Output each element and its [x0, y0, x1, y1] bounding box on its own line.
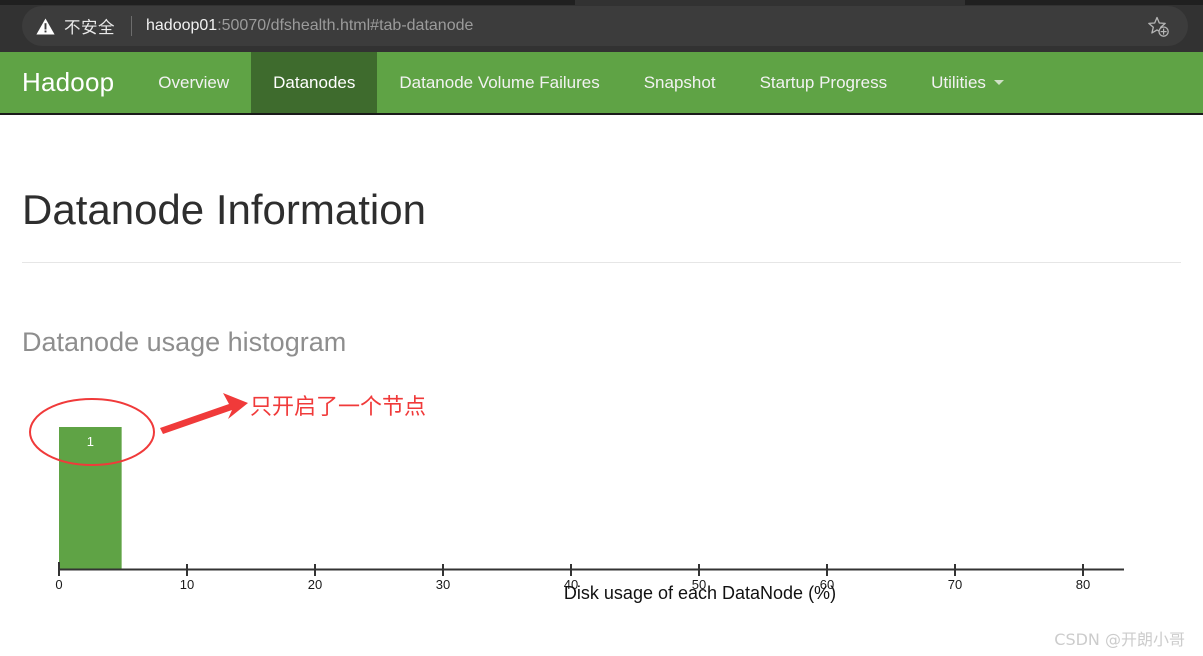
svg-text:0: 0 — [55, 577, 62, 592]
url-text[interactable]: hadoop01:50070/dfshealth.html#tab-datano… — [146, 17, 473, 35]
nav-item-startup-progress[interactable]: Startup Progress — [738, 52, 910, 113]
omnibox-divider — [131, 16, 132, 36]
nav-item-utilities[interactable]: Utilities — [909, 52, 1026, 113]
nav-label: Datanode Volume Failures — [399, 72, 600, 92]
nav-item-snapshot[interactable]: Snapshot — [622, 52, 738, 113]
nav-label: Datanodes — [273, 72, 356, 92]
security-indicator[interactable]: 不安全 — [36, 14, 115, 38]
nav-label: Overview — [158, 72, 230, 92]
nav-item-overview[interactable]: Overview — [136, 52, 251, 113]
nav-item-datanodes[interactable]: Datanodes — [251, 52, 378, 113]
page-title: Datanode Information — [22, 186, 426, 233]
svg-text:10: 10 — [180, 577, 194, 592]
tab-strip — [0, 0, 1203, 5]
address-bar[interactable]: 不安全 hadoop01:50070/dfshealth.html#tab-da… — [22, 6, 1188, 46]
nav-label: Utilities — [931, 72, 986, 92]
brand-hadoop[interactable]: Hadoop — [0, 52, 136, 113]
nav-label: Startup Progress — [759, 72, 888, 92]
histogram-bar-value-label: 1 — [87, 434, 94, 449]
active-tab[interactable] — [575, 0, 965, 5]
browser-chrome: 不安全 hadoop01:50070/dfshealth.html#tab-da… — [0, 0, 1203, 52]
nav-item-datanode-volume-failures[interactable]: Datanode Volume Failures — [377, 52, 621, 113]
svg-text:20: 20 — [308, 577, 322, 592]
hadoop-navbar: Hadoop Overview Datanodes Datanode Volum… — [0, 52, 1203, 115]
url-host: hadoop01 — [146, 17, 218, 34]
chevron-down-icon — [993, 80, 1004, 85]
section-heading-usage-histogram: Datanode usage histogram — [22, 327, 347, 357]
csdn-watermark: CSDN @开朗小哥 — [1054, 630, 1185, 649]
svg-text:70: 70 — [948, 577, 962, 592]
svg-text:80: 80 — [1076, 577, 1090, 592]
star-plus-icon[interactable] — [1146, 15, 1170, 39]
title-divider — [22, 262, 1181, 263]
security-label: 不安全 — [64, 18, 115, 37]
svg-text:30: 30 — [436, 577, 450, 592]
x-axis-title: Disk usage of each DataNode (%) — [564, 583, 836, 603]
url-path: :50070/dfshealth.html#tab-datanode — [217, 17, 474, 34]
warning-triangle-icon — [36, 18, 55, 35]
datanode-usage-histogram: 1 0 10 20 30 40 50 60 70 80 Disk usage o… — [0, 380, 1203, 610]
nav-label: Snapshot — [643, 72, 716, 92]
